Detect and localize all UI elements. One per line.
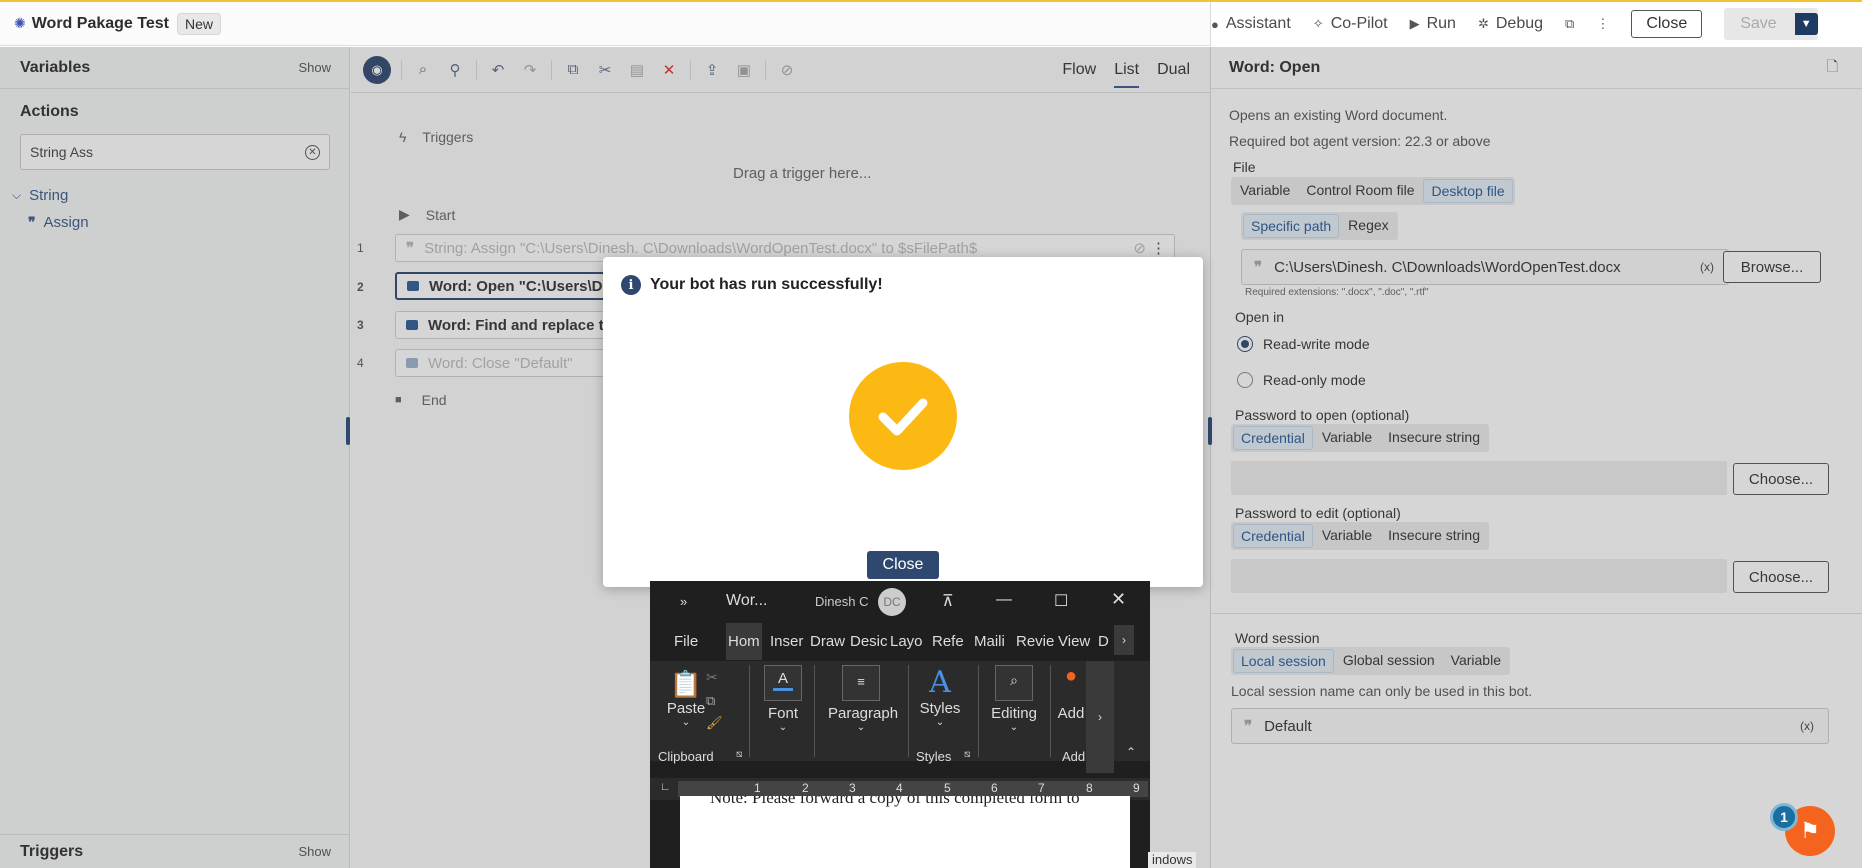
play-icon: ▶ [1409, 16, 1420, 31]
copilot-button[interactable]: ✧ Co-Pilot [1313, 15, 1388, 33]
bot-title: Word Pakage Test [31, 14, 169, 32]
right-resize-handle[interactable] [1208, 417, 1212, 445]
signpost-icon: ⚑ [1800, 818, 1820, 843]
styles-group-label: Styles [916, 749, 952, 764]
styles-icon: A [929, 665, 951, 700]
document-page[interactable]: Note: Please forward a copy of this comp… [680, 796, 1130, 868]
close-icon[interactable]: ✕ [1111, 589, 1126, 610]
tab-layout[interactable]: Layo [890, 633, 923, 650]
chevron-down-icon[interactable]: ▼ [1794, 13, 1818, 35]
copilot-icon: ✧ [1312, 16, 1324, 31]
info-icon: i [621, 275, 641, 295]
copy-icon[interactable]: ⧉ [706, 693, 715, 709]
success-dialog: i Your bot has run successfully! Close [603, 257, 1203, 587]
run-button[interactable]: ▶ Run [1410, 15, 1456, 33]
paragraph-button[interactable]: ≡ Paragraph ⌄ [828, 665, 898, 733]
tab-file[interactable]: File [674, 633, 698, 650]
document-text: Note: Please forward a copy of this comp… [710, 796, 1080, 807]
close-button[interactable]: Close [1631, 10, 1703, 38]
dialog-launcher-icon[interactable]: ⧅ [964, 749, 970, 760]
tab-mailings[interactable]: Maili [974, 633, 1005, 650]
debug-button[interactable]: ✲ Debug [1478, 15, 1543, 33]
tab-home[interactable]: Hom [726, 623, 762, 660]
chevron-right-icon[interactable]: › [1086, 661, 1114, 773]
word-ribbon: 📋 Paste ⌄ ✂ ⧉ 🖌 Clipboard ⧅ A Font ⌄ ≡ P… [650, 661, 1150, 773]
tab-draw[interactable]: Draw [810, 633, 845, 650]
tab-stop-icon[interactable]: ∟ [660, 781, 671, 793]
collapse-ribbon-icon[interactable]: ⌃ [1126, 745, 1136, 759]
layout-icon: ⧉ [1565, 16, 1575, 31]
tab-references[interactable]: Refe [932, 633, 964, 650]
word-window: » Wor... Dinesh C DC ⊼ — ☐ ✕ File Hom In… [650, 581, 1150, 868]
ribbon-display-icon[interactable]: ⊼ [942, 591, 954, 611]
left-resize-handle[interactable] [346, 417, 350, 445]
tab-more[interactable]: D [1098, 633, 1109, 650]
more-icon: ⋮ [1596, 16, 1610, 31]
minimize-icon[interactable]: — [996, 591, 1012, 609]
clipboard-group-label: Clipboard [658, 749, 714, 764]
dialog-title: Your bot has run successfully! [650, 276, 883, 293]
clipboard-icon: 📋 [669, 669, 703, 699]
format-painter-icon[interactable]: 🖌 [706, 715, 723, 731]
assistant-button[interactable]: ● Assistant [1211, 15, 1291, 33]
paragraph-icon: ≡ [842, 665, 880, 701]
avatar[interactable]: DC [878, 588, 906, 616]
notification-badge: 1 [1770, 803, 1798, 831]
assistant-icon: ● [1211, 16, 1219, 32]
top-bar: ✺ Word Pakage Test New ● Assistant ✧ Co-Pi… [0, 0, 1862, 46]
dialog-close-button[interactable]: Close [867, 551, 939, 579]
editing-button[interactable]: ⌕ Editing ⌄ [986, 665, 1042, 733]
dialog-launcher-icon[interactable]: ⧅ [736, 749, 742, 760]
tab-view[interactable]: View [1058, 633, 1090, 650]
find-icon: ⌕ [995, 665, 1033, 701]
layout-button[interactable]: ⧉ [1565, 16, 1574, 32]
cut-icon[interactable]: ✂ [706, 669, 718, 686]
addins-icon: ● [1064, 665, 1078, 687]
success-check-icon [849, 362, 957, 470]
word-doc-title: Wor... [726, 592, 768, 609]
status-badge: New [176, 12, 221, 35]
chevron-right-icon[interactable]: › [1114, 625, 1134, 655]
tab-insert[interactable]: Inser [770, 633, 803, 650]
styles-button[interactable]: A Styles ⌄ [918, 665, 962, 728]
taskbar-label: indows [1148, 852, 1197, 868]
word-ribbon-tabs: File Hom Inser Draw Desic Layo Refe Mail… [650, 621, 1150, 661]
addins-button[interactable]: ● Add [1056, 665, 1086, 722]
add-group-label: Add [1062, 749, 1086, 764]
paste-button[interactable]: 📋 Paste ⌄ [666, 669, 706, 728]
more-button[interactable]: ⋮ [1596, 16, 1609, 32]
word-user-name: Dinesh C [815, 593, 869, 609]
bot-icon: ✺ [14, 15, 26, 31]
bug-icon: ✲ [1477, 16, 1489, 31]
tab-review[interactable]: Revie [1016, 633, 1054, 650]
font-icon: A [764, 665, 802, 701]
tab-design[interactable]: Desic [850, 633, 888, 650]
font-button[interactable]: A Font ⌄ [762, 665, 804, 733]
maximize-icon[interactable]: ☐ [1054, 591, 1068, 611]
save-button[interactable]: Save ▼ [1724, 8, 1818, 40]
quick-access-icon[interactable]: » [680, 594, 687, 609]
